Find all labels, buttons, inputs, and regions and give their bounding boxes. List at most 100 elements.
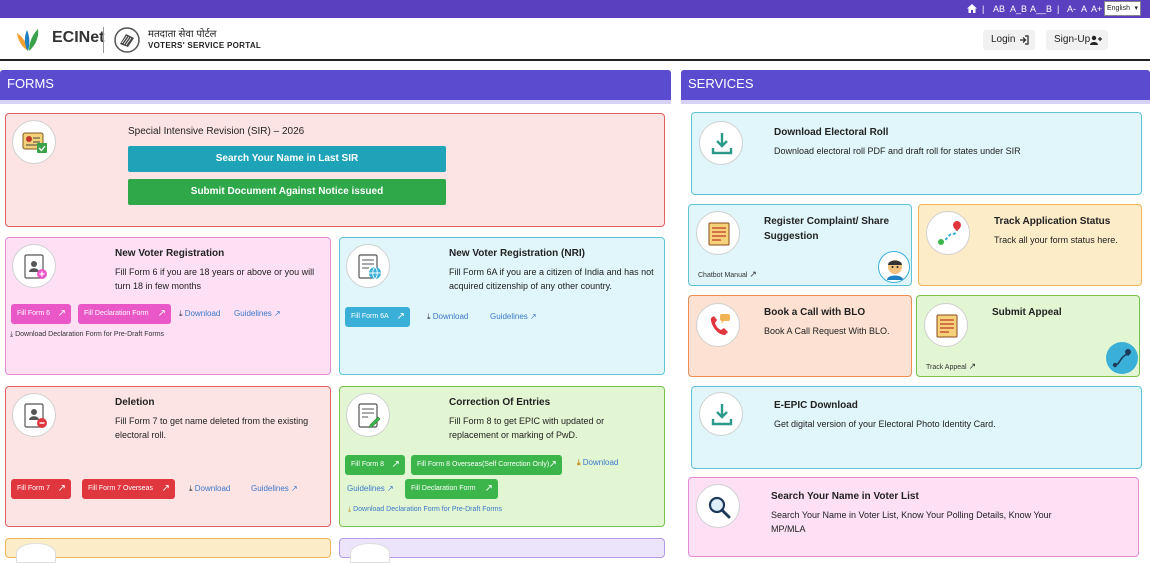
arrow-up-right-icon: ↗ bbox=[157, 308, 166, 319]
arrow-up-right-icon: ↗ bbox=[161, 483, 170, 494]
download-icon bbox=[699, 392, 743, 436]
signup-button[interactable]: Sign-Up bbox=[1046, 30, 1108, 50]
brand-name[interactable]: ECINet bbox=[52, 29, 104, 47]
arrow-up-right-icon: ↗ bbox=[57, 483, 66, 494]
search-icon bbox=[696, 484, 740, 528]
arrow-up-right-icon: ↗ bbox=[274, 309, 281, 318]
fill-form-6-label: Fill Form 6 bbox=[17, 310, 51, 317]
download-declaration-link[interactable]: ⤓ Download Declaration Form for Pre-Draf… bbox=[10, 331, 164, 339]
new-voter-title: New Voter Registration bbox=[115, 248, 225, 259]
submit-appeal-card[interactable]: Submit Appeal Track Appeal ↗ bbox=[916, 295, 1140, 377]
fill-form-8-button[interactable]: Fill Form 8 ↗ bbox=[345, 455, 405, 475]
form-icon bbox=[350, 543, 390, 563]
add-user-icon bbox=[1090, 35, 1102, 45]
download-link[interactable]: ⤓ Download bbox=[577, 458, 618, 468]
chatbot-mascot-icon[interactable] bbox=[878, 251, 910, 283]
download-label: Download bbox=[194, 484, 231, 493]
search-last-sir-button[interactable]: Search Your Name in Last SIR bbox=[128, 146, 446, 172]
download-declaration-label: Download Declaration Form for Pre-Draft … bbox=[15, 331, 165, 338]
delete-user-icon bbox=[12, 393, 56, 437]
signup-label: Sign-Up bbox=[1054, 34, 1091, 45]
e-epic-card[interactable]: E-EPIC Download Get digital version of y… bbox=[691, 386, 1142, 469]
download-link[interactable]: ⤓ Download bbox=[189, 484, 230, 494]
fill-form-8-overseas-button[interactable]: Fill Form 8 Overseas(Self Correction Onl… bbox=[411, 455, 562, 475]
track-application-card[interactable]: Track Application Status Track all your … bbox=[918, 204, 1142, 286]
download-link[interactable]: ⤓ Download bbox=[179, 309, 220, 319]
divider bbox=[0, 100, 671, 104]
services-section-title: SERVICES bbox=[688, 76, 754, 91]
fill-form-8-label: Fill Form 8 bbox=[351, 461, 385, 468]
electoral-roll-title: Download Electoral Roll bbox=[774, 127, 889, 138]
fill-declaration-form-label: Fill Declaration Form bbox=[411, 485, 476, 492]
download-label: Download bbox=[432, 312, 469, 321]
track-appeal-link[interactable]: Track Appeal ↗ bbox=[926, 361, 976, 372]
download-icon: ⤓ bbox=[10, 331, 14, 338]
arrow-up-right-icon: ↗ bbox=[530, 312, 537, 321]
eci-logo-icon[interactable] bbox=[14, 27, 44, 53]
fill-form-7-overseas-label: Fill Form 7 Overseas bbox=[88, 485, 153, 492]
guidelines-link[interactable]: Guidelines ↗ bbox=[347, 484, 394, 493]
complaint-card[interactable]: Register Complaint/ Share Suggestion Cha… bbox=[688, 204, 912, 286]
text-spacing-3[interactable]: A__B bbox=[1030, 4, 1052, 14]
fill-form-6a-button[interactable]: Fill Form 6A ↗ bbox=[345, 307, 410, 327]
language-select[interactable]: English ▾ bbox=[1104, 1, 1141, 16]
download-label: Download bbox=[184, 309, 221, 318]
home-icon[interactable] bbox=[967, 4, 977, 13]
nri-title: New Voter Registration (NRI) bbox=[449, 248, 585, 259]
phone-call-icon bbox=[696, 303, 740, 347]
route-icon[interactable] bbox=[1106, 342, 1138, 374]
fill-form-7-button[interactable]: Fill Form 7 ↗ bbox=[11, 479, 71, 499]
chatbot-manual-link[interactable]: Chatbot Manual ↗ bbox=[698, 269, 757, 280]
arrow-up-right-icon: ↗ bbox=[291, 484, 298, 493]
id-card-icon bbox=[12, 120, 56, 164]
nri-card: New Voter Registration (NRI) Fill Form 6… bbox=[339, 237, 665, 375]
edit-form-icon bbox=[346, 393, 390, 437]
download-icon: ⤓ bbox=[189, 484, 193, 493]
fill-form-8-overseas-label: Fill Form 8 Overseas(Self Correction Onl… bbox=[417, 461, 550, 468]
font-increase[interactable]: A+ bbox=[1091, 4, 1102, 14]
text-spacing-2[interactable]: A_B bbox=[1010, 4, 1027, 14]
download-link[interactable]: ⤓ Download bbox=[427, 312, 468, 322]
login-button[interactable]: Login bbox=[983, 30, 1035, 50]
new-voter-desc: Fill Form 6 if you are 18 years or above… bbox=[115, 267, 315, 291]
fill-declaration-form-button[interactable]: Fill Declaration Form ↗ bbox=[78, 304, 171, 324]
services-section-header: SERVICES bbox=[681, 70, 1150, 102]
guidelines-link[interactable]: Guidelines ↗ bbox=[251, 484, 298, 493]
search-voter-card[interactable]: Search Your Name in Voter List Search Yo… bbox=[688, 477, 1139, 557]
text-spacing-1[interactable]: AB bbox=[993, 4, 1005, 14]
deletion-title: Deletion bbox=[115, 397, 155, 408]
appeal-form-icon bbox=[924, 303, 968, 347]
next-form-card bbox=[5, 538, 331, 563]
complaint-title-text: Register Complaint/ Share Suggestion bbox=[764, 216, 890, 242]
divider bbox=[681, 100, 1150, 104]
guidelines-link[interactable]: Guidelines ↗ bbox=[234, 309, 281, 318]
download-icon: ⤓ bbox=[577, 458, 581, 467]
arrow-up-right-icon: ↗ bbox=[548, 459, 557, 470]
electoral-roll-card[interactable]: Download Electoral Roll Download elector… bbox=[691, 112, 1142, 195]
download-label: Download bbox=[582, 458, 619, 467]
font-decrease[interactable]: A- bbox=[1067, 4, 1076, 14]
correction-title: Correction Of Entries bbox=[449, 397, 551, 408]
fill-declaration-form-button[interactable]: Fill Declaration Form ↗ bbox=[405, 479, 498, 499]
guidelines-link[interactable]: Guidelines ↗ bbox=[490, 312, 537, 321]
guidelines-label: Guidelines bbox=[251, 484, 289, 493]
arrow-up-right-icon: ↗ bbox=[396, 311, 405, 322]
fill-form-6-button[interactable]: Fill Form 6 ↗ bbox=[11, 304, 71, 324]
font-normal[interactable]: A bbox=[1081, 4, 1087, 14]
form-icon bbox=[16, 543, 56, 563]
sir-title: Special Intensive Revision (SIR) – 2026 bbox=[128, 126, 305, 137]
download-declaration-link[interactable]: ⤓ Download Declaration Form for Pre-Draf… bbox=[348, 506, 502, 514]
sir-card: Special Intensive Revision (SIR) – 2026 … bbox=[5, 113, 665, 227]
fill-declaration-form-label: Fill Declaration Form bbox=[84, 310, 149, 317]
site-header: ECINet मतदाता सेवा पोर्टल VOTERS' SERVIC… bbox=[0, 18, 1150, 61]
submit-document-button[interactable]: Submit Document Against Notice issued bbox=[128, 179, 446, 205]
book-call-card[interactable]: Book a Call with BLO Book A Call Request… bbox=[688, 295, 912, 377]
deletion-desc: Fill Form 7 to get name deleted from the… bbox=[115, 416, 309, 440]
forms-section-header: FORMS bbox=[0, 70, 671, 102]
fill-form-7-overseas-button[interactable]: Fill Form 7 Overseas ↗ bbox=[82, 479, 175, 499]
divider: | bbox=[982, 4, 985, 14]
download-declaration-label: Download Declaration Form for Pre-Draft … bbox=[353, 506, 503, 513]
language-value: English bbox=[1107, 5, 1130, 12]
complaint-icon bbox=[696, 211, 740, 255]
arrow-up-right-icon: ↗ bbox=[968, 361, 977, 371]
